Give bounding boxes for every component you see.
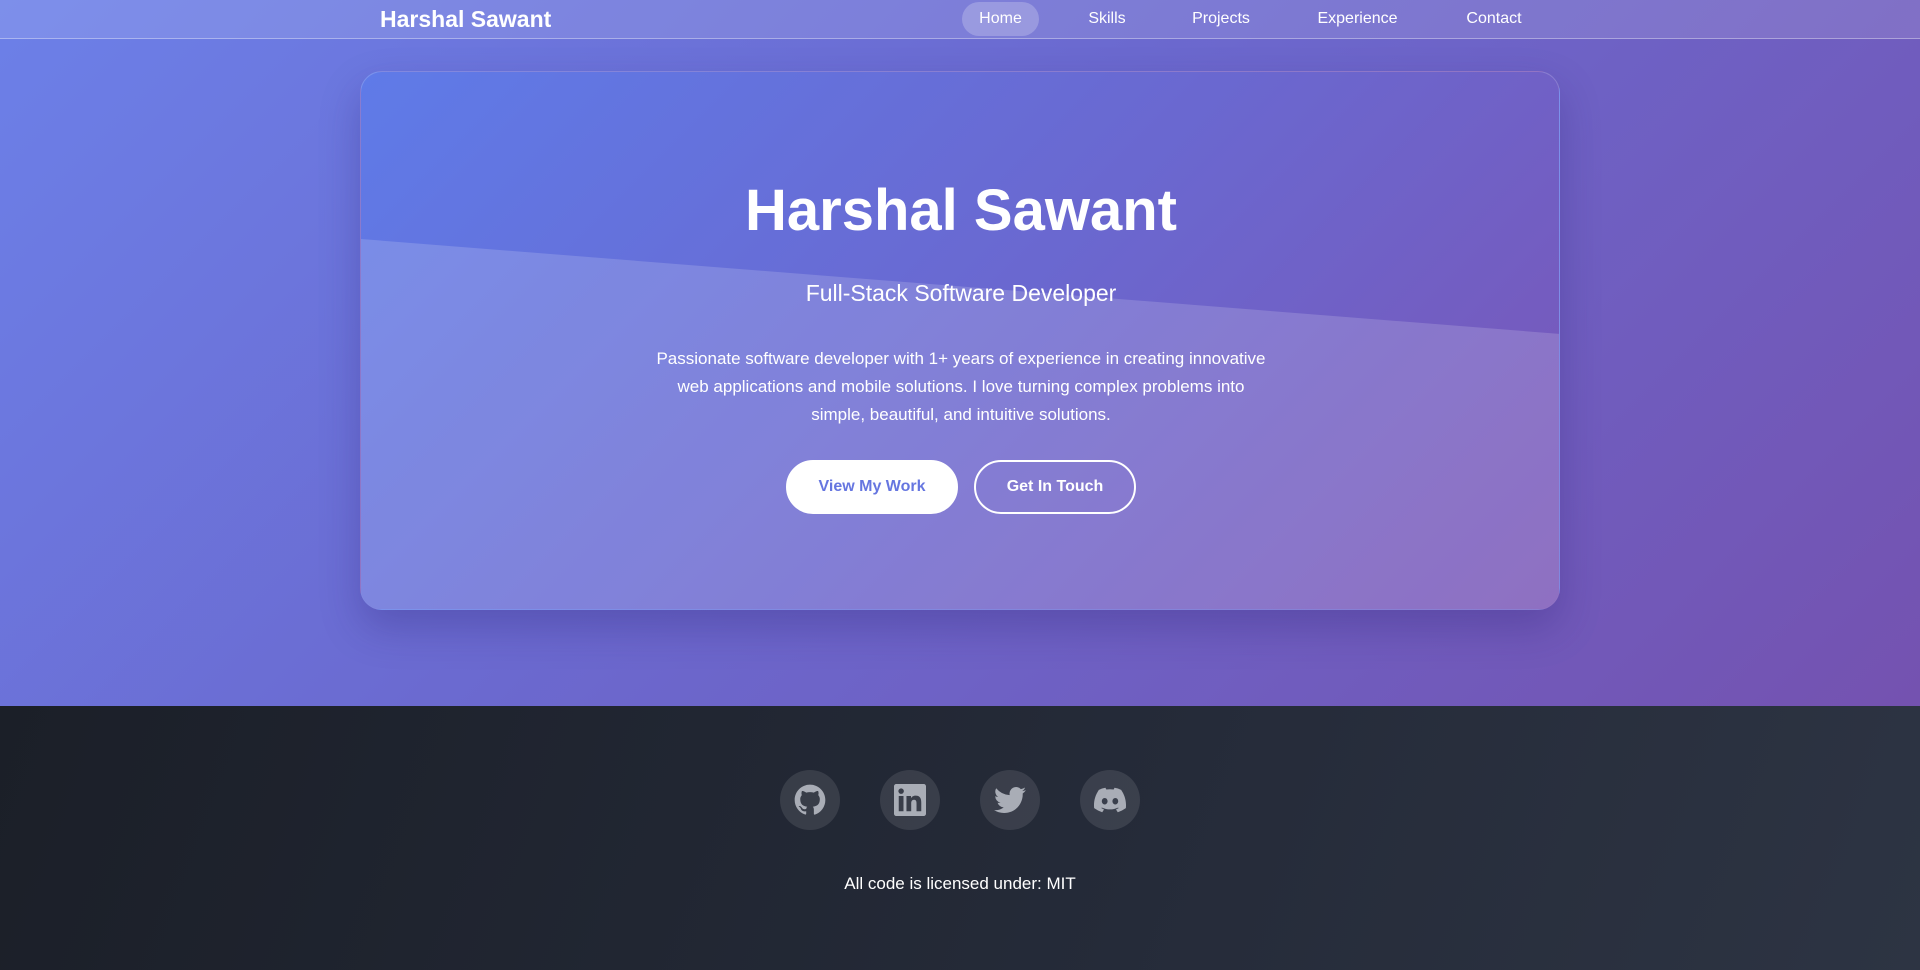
discord-icon [1094, 787, 1126, 813]
linkedin-link[interactable] [880, 770, 940, 830]
linkedin-icon [894, 784, 926, 816]
get-in-touch-button[interactable]: Get In Touch [974, 460, 1136, 514]
github-icon [794, 784, 826, 815]
hero-card: Harshal Sawant Full-Stack Software Devel… [360, 71, 1560, 610]
brand-logo[interactable]: Harshal Sawant [380, 0, 551, 38]
github-link[interactable] [780, 770, 840, 830]
hero-title: Harshal Sawant [745, 178, 1177, 243]
discord-link[interactable] [1080, 770, 1140, 830]
nav-link-experience[interactable]: Experience [1306, 2, 1409, 36]
navbar: Harshal Sawant Home Skills Projects Expe… [0, 0, 1920, 39]
twitter-link[interactable] [980, 770, 1040, 830]
nav-link-home[interactable]: Home [962, 2, 1039, 36]
hero-description: Passionate software developer with 1+ ye… [656, 349, 1266, 424]
nav-link-skills[interactable]: Skills [1070, 2, 1144, 36]
nav-link-contact[interactable]: Contact [1456, 2, 1532, 36]
nav-link-projects[interactable]: Projects [1180, 2, 1262, 36]
hero-subtitle: Full-Stack Software Developer [805, 280, 1117, 306]
license-text: All code is licensed under: MIT [844, 874, 1076, 893]
view-my-work-button[interactable]: View My Work [786, 460, 958, 514]
footer: All code is licensed under: MIT [0, 706, 1920, 970]
twitter-icon [994, 787, 1026, 813]
hero-card-highlight [361, 239, 1559, 609]
